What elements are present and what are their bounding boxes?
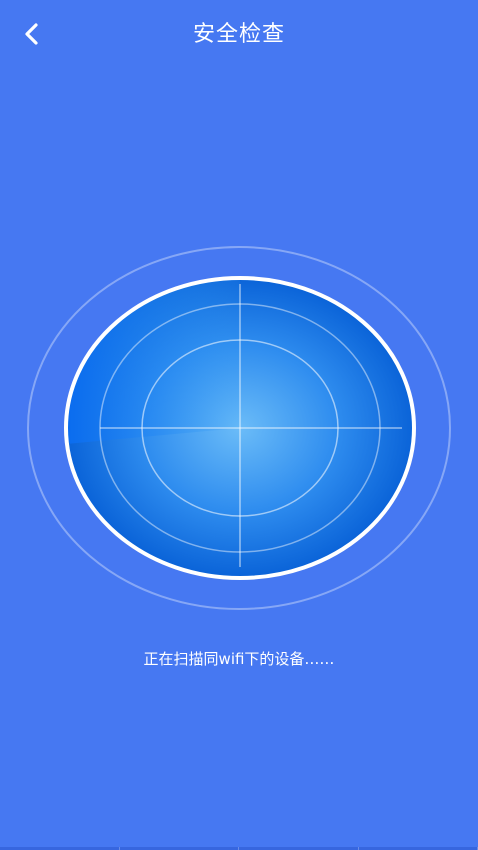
scan-status-text: 正在扫描同wifi下的设备……	[143, 650, 335, 668]
page-title: 安全检查	[192, 22, 285, 47]
radar-sweep	[66, 278, 240, 444]
app-header: 安全检查	[0, 0, 478, 70]
security-check-screen: 安全检查 正在扫描同wifi下的设备……	[0, 0, 478, 850]
radar-scanner	[0, 240, 478, 620]
